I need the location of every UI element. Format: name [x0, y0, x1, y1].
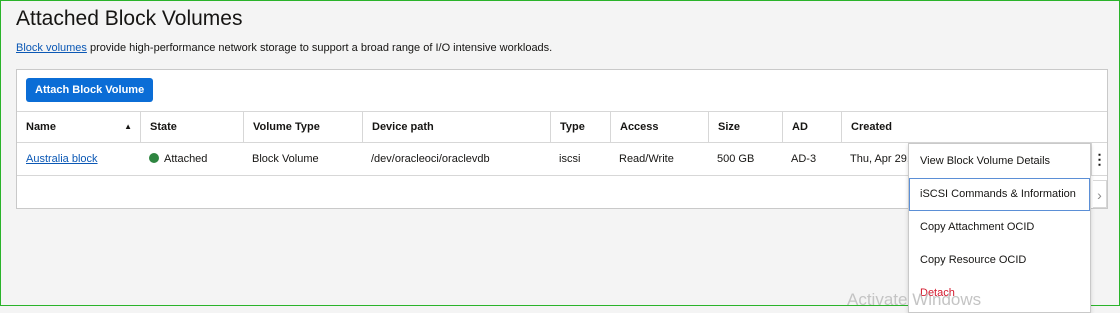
caret-up-icon[interactable]: ▲	[124, 112, 132, 142]
block-volumes-link[interactable]: Block volumes	[16, 42, 87, 54]
column-header-size[interactable]: Size	[708, 112, 782, 142]
column-header-label: Name	[26, 121, 56, 133]
column-header-ad[interactable]: AD	[782, 112, 841, 142]
column-header-device-path[interactable]: Device path	[362, 112, 550, 142]
menu-item-view-details[interactable]: View Block Volume Details	[909, 145, 1090, 178]
cell-ad: AD-3	[791, 153, 817, 165]
column-header-name[interactable]: Name ▲	[17, 112, 140, 142]
activate-windows-watermark: Activate Windows	[847, 290, 982, 309]
attach-block-volume-button[interactable]: Attach Block Volume	[26, 78, 154, 102]
page-description: Block volumes provide high-performance n…	[16, 42, 552, 54]
table-header: Name ▲ State Volume Type Device path Typ…	[17, 111, 1107, 143]
chevron-right-icon[interactable]: ›	[1093, 180, 1107, 208]
description-text: provide high-performance network storage…	[86, 42, 553, 54]
cell-name: Australia block	[17, 143, 140, 175]
cell-device-path: /dev/oracleoci/oraclevdb	[371, 153, 490, 165]
cell-volume-type: Block Volume	[252, 153, 319, 165]
menu-item-copy-resource-ocid[interactable]: Copy Resource OCID	[909, 244, 1090, 277]
menu-item-iscsi-commands[interactable]: iSCSI Commands & Information	[909, 178, 1090, 211]
cell-access: Read/Write	[619, 153, 674, 165]
column-header-access[interactable]: Access	[610, 112, 708, 142]
state-text: Attached	[164, 153, 208, 165]
cell-created: Thu, Apr 29,	[850, 153, 910, 165]
cell-state: Attached	[140, 143, 243, 175]
column-header-volume-type[interactable]: Volume Type	[243, 112, 362, 142]
actions-menu: View Block Volume Details iSCSI Commands…	[908, 143, 1091, 313]
column-header-created[interactable]: Created	[841, 112, 1107, 142]
kebab-icon[interactable]: ⋮	[1091, 143, 1107, 175]
volume-name-link[interactable]: Australia block	[26, 153, 98, 165]
cell-type: iscsi	[559, 153, 581, 165]
column-header-state[interactable]: State	[140, 112, 243, 142]
page-title: Attached Block Volumes	[16, 7, 243, 30]
menu-item-copy-attachment-ocid[interactable]: Copy Attachment OCID	[909, 211, 1090, 244]
cell-size: 500 GB	[717, 153, 755, 165]
status-dot-icon	[149, 153, 159, 164]
column-header-type[interactable]: Type	[550, 112, 610, 142]
